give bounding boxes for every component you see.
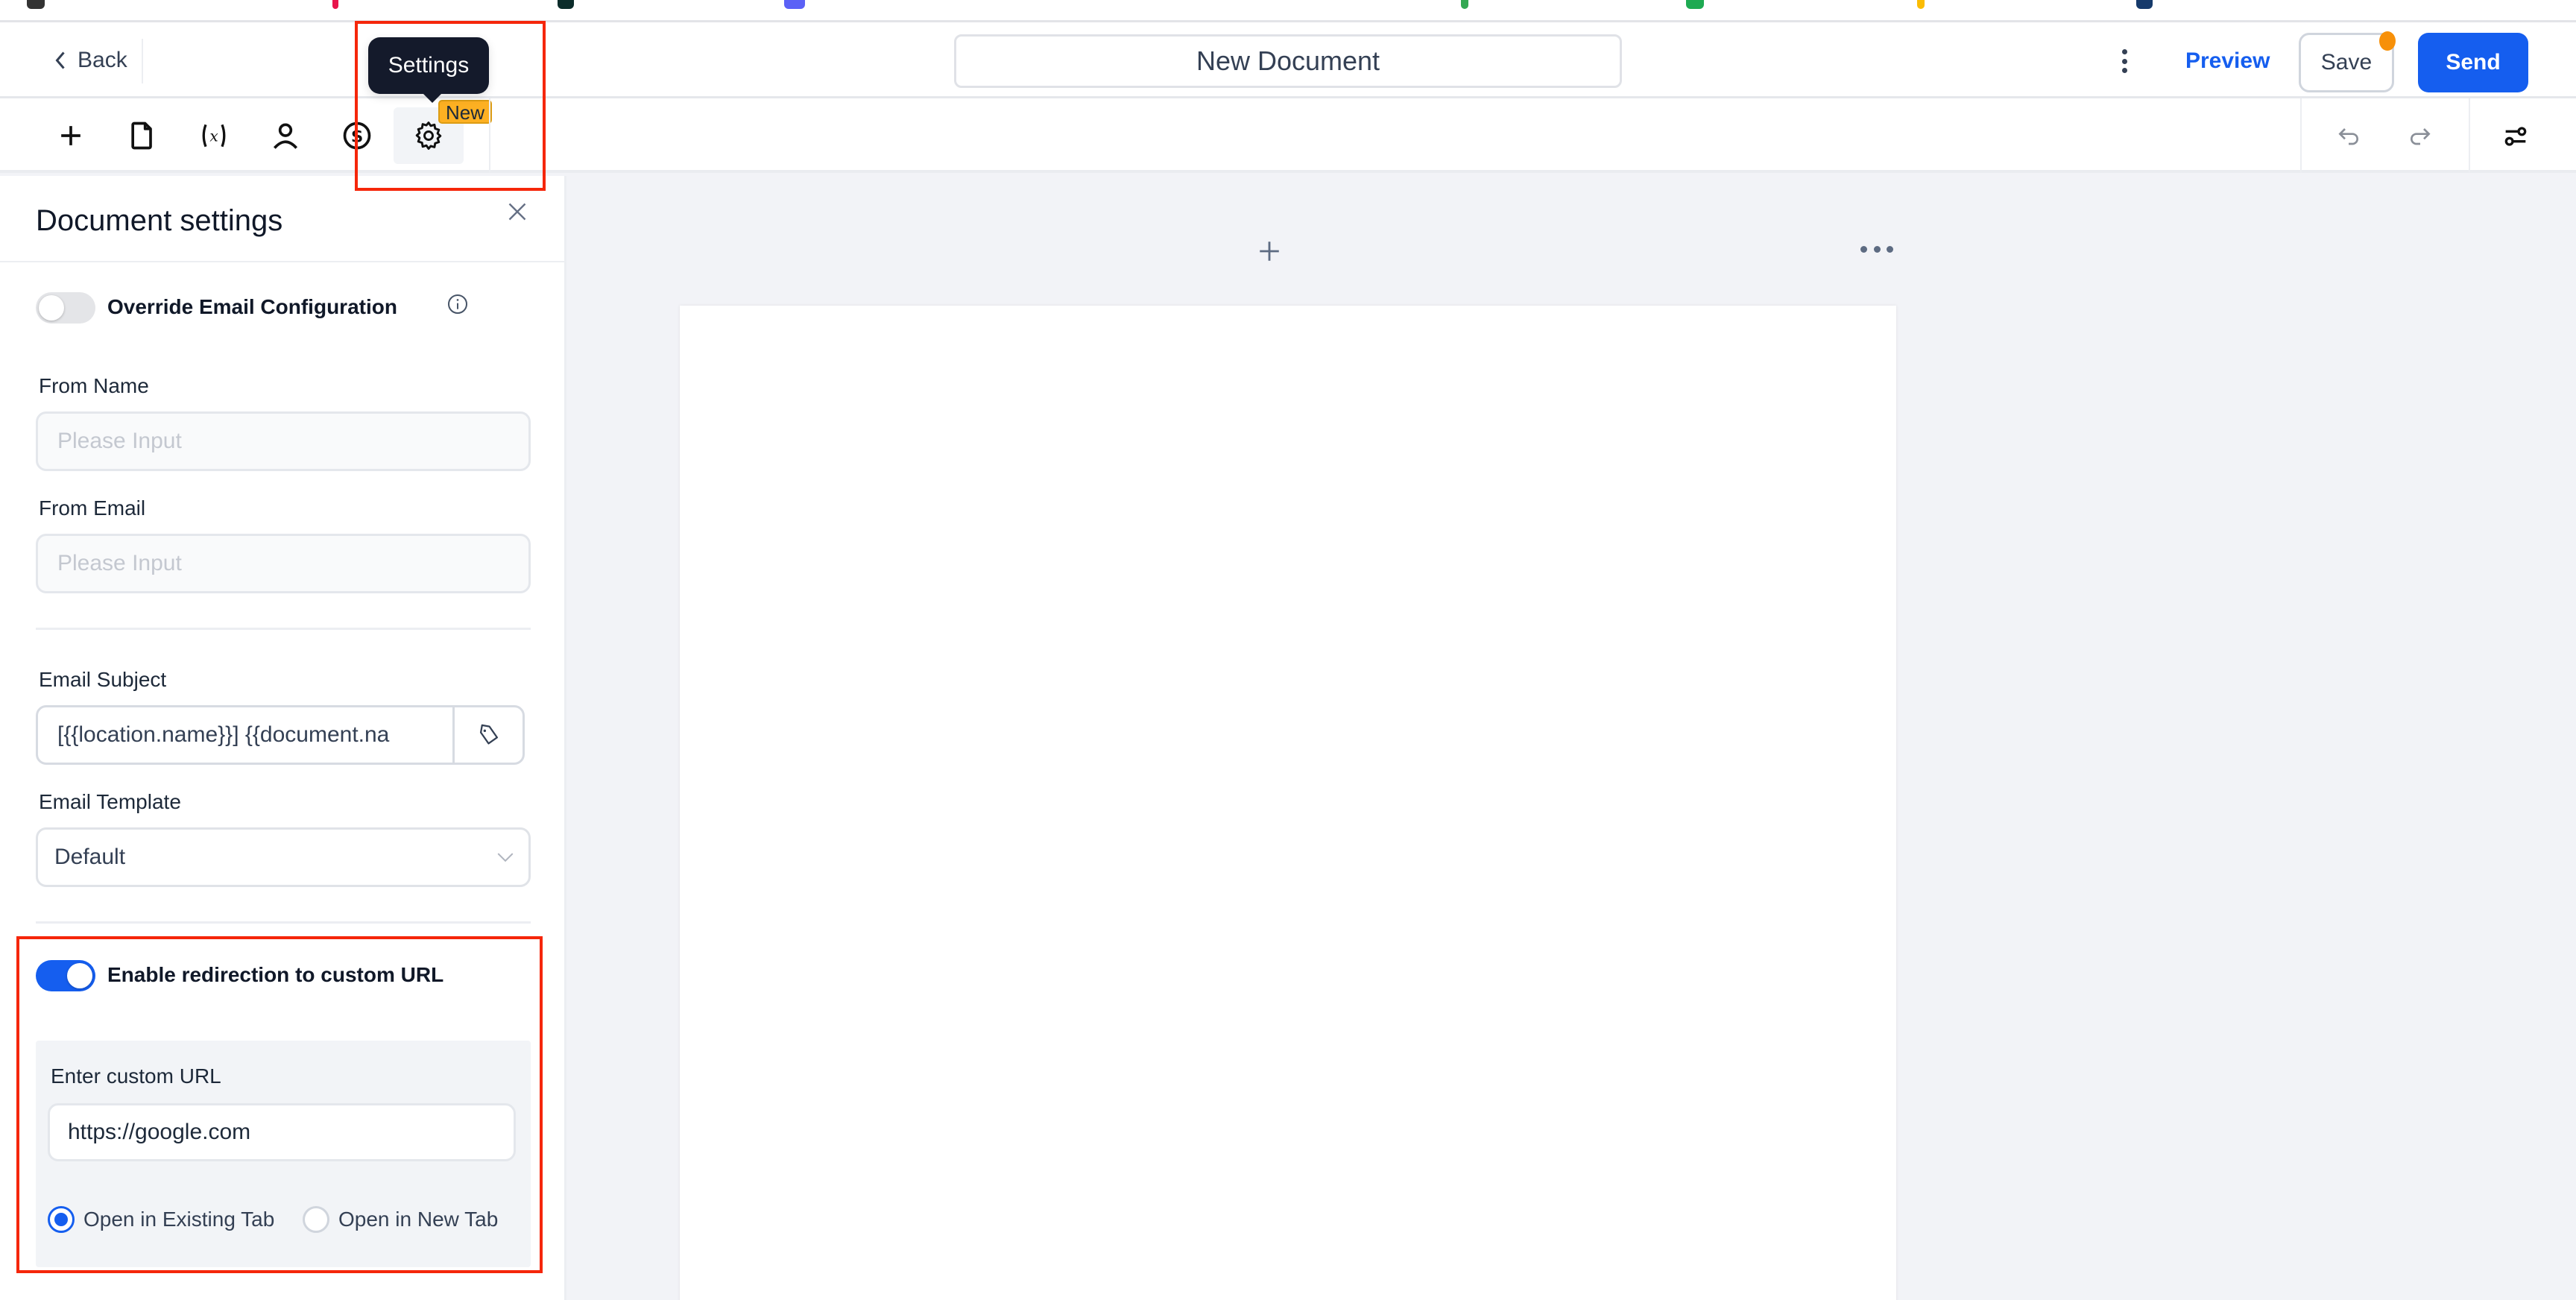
close-icon[interactable]: [504, 198, 531, 225]
dollar-icon: $: [343, 122, 371, 150]
custom-url-label: Enter custom URL: [51, 1064, 221, 1088]
toolbar-divider: [489, 98, 490, 173]
chevron-down-icon: [497, 853, 514, 862]
radio-circle: [48, 1206, 75, 1233]
gear-icon: [415, 122, 442, 150]
dot: [1887, 246, 1893, 253]
email-template-value: Default: [54, 845, 126, 869]
from-name-placeholder: Please Input: [57, 429, 182, 453]
document-title-input[interactable]: New Document: [954, 34, 1622, 88]
panel-title: Document settings: [36, 204, 283, 237]
bookmark-icon: [558, 0, 574, 9]
svg-text:$: $: [351, 125, 364, 146]
unsaved-changes-indicator: [2379, 31, 2396, 51]
chevron-left-icon: [55, 51, 65, 69]
redirection-label: Enable redirection to custom URL: [107, 963, 444, 986]
custom-url-section: Enter custom URL https://google.com Open…: [36, 1041, 531, 1267]
user-icon: [273, 123, 298, 149]
options-button[interactable]: [2497, 118, 2534, 155]
kebab-dot: [2121, 68, 2127, 73]
header-divider: [142, 39, 143, 83]
email-subject-label: Email Subject: [39, 668, 167, 691]
tool-add[interactable]: [36, 107, 106, 164]
from-name-label: From Name: [39, 374, 149, 397]
panel-header-divider: [0, 261, 566, 262]
override-email-toggle[interactable]: [36, 292, 95, 324]
custom-url-input[interactable]: https://google.com: [48, 1103, 516, 1161]
email-template-label: Email Template: [39, 790, 181, 813]
document-page[interactable]: [680, 306, 1896, 1300]
new-badge: New: [438, 100, 493, 124]
apps-icon: [27, 0, 45, 9]
document-icon: [131, 122, 152, 150]
kebab-dot: [2121, 49, 2127, 54]
section-divider: [36, 628, 531, 630]
undo-icon: [2338, 128, 2358, 145]
email-subject-field: [{{location.name}}] {{document.na: [36, 705, 525, 765]
document-settings-panel: Document settings Override Email Configu…: [0, 176, 566, 1300]
bookmark-icon: [1461, 0, 1468, 9]
from-name-input[interactable]: Please Input: [36, 411, 531, 471]
radio-label: Open in Existing Tab: [83, 1208, 275, 1231]
radio-label: Open in New Tab: [338, 1208, 499, 1231]
radio-circle: [303, 1206, 329, 1233]
bookmark-icon: [1917, 0, 1925, 9]
toolbar-divider: [2469, 98, 2470, 173]
tool-variables[interactable]: x: [179, 107, 249, 164]
dot: [1860, 246, 1867, 253]
radio-open-new-tab[interactable]: Open in New Tab: [303, 1206, 498, 1233]
variable-icon: x: [202, 124, 226, 148]
toggle-knob: [67, 963, 92, 988]
sliders-icon: [2504, 127, 2527, 146]
more-options-button[interactable]: [2115, 46, 2133, 76]
from-email-input[interactable]: Please Input: [36, 534, 531, 593]
bookmark-icon: [1686, 0, 1704, 9]
redirection-toggle[interactable]: [36, 960, 95, 991]
plus-icon: [1260, 242, 1279, 261]
add-block-button[interactable]: [1257, 239, 1282, 264]
email-subject-input[interactable]: [{{location.name}}] {{document.na: [38, 707, 452, 763]
tool-pages[interactable]: [107, 107, 177, 164]
toggle-knob: [39, 295, 64, 321]
section-divider: [36, 921, 531, 924]
tool-pricing[interactable]: $: [322, 107, 392, 164]
back-label: Back: [78, 48, 127, 72]
settings-tooltip: Settings: [368, 37, 489, 103]
bookmark-icon: [332, 0, 338, 9]
browser-bookmarks-strip: [0, 0, 2576, 22]
undo-button[interactable]: [2330, 118, 2367, 155]
editor-toolbar: x $ New: [0, 98, 2576, 173]
preview-button[interactable]: Preview: [2185, 45, 2270, 78]
kebab-dot: [2121, 58, 2127, 64]
email-template-select[interactable]: Default: [36, 827, 531, 887]
tool-recipients[interactable]: [250, 107, 321, 164]
tag-icon: [479, 724, 498, 745]
from-email-label: From Email: [39, 496, 146, 520]
info-icon[interactable]: [446, 292, 470, 316]
redo-icon: [2411, 128, 2431, 145]
bookmark-icon: [2136, 0, 2153, 9]
dot: [1873, 246, 1881, 253]
merge-tag-button[interactable]: [452, 707, 523, 763]
send-button[interactable]: Send: [2418, 33, 2528, 92]
document-title: New Document: [1196, 45, 1380, 76]
back-button[interactable]: Back: [52, 45, 127, 76]
override-email-label: Override Email Configuration: [107, 295, 397, 318]
page-options-button[interactable]: [1860, 246, 1893, 256]
toolbar-divider: [2300, 98, 2302, 173]
radio-open-existing-tab[interactable]: Open in Existing Tab: [48, 1206, 274, 1233]
custom-url-value: https://google.com: [68, 1120, 251, 1144]
svg-text:x: x: [209, 127, 218, 145]
bookmark-icon: [784, 0, 805, 9]
plus-icon: [61, 126, 80, 145]
redo-button[interactable]: [2402, 118, 2439, 155]
from-email-placeholder: Please Input: [57, 551, 182, 575]
